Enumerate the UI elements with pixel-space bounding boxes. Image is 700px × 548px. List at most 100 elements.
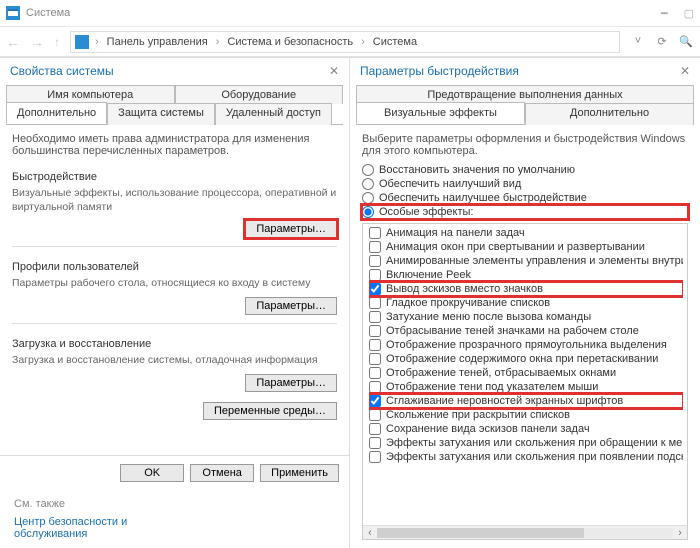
performance-desc: Визуальные эффекты, использование процес… — [12, 187, 337, 214]
performance-settings-button[interactable]: Параметры… — [245, 220, 337, 238]
check-input-11[interactable] — [369, 381, 381, 393]
pane-title-left: Свойства системы — [10, 64, 114, 78]
check-row-4[interactable]: Вывод эскизов вместо значков — [369, 282, 683, 296]
up-button[interactable]: ↑ — [54, 35, 60, 49]
radio-input-0[interactable] — [362, 164, 374, 176]
scroll-right-button[interactable]: › — [673, 527, 687, 539]
close-button-right[interactable]: ✕ — [680, 64, 690, 78]
system-properties-dialog: Свойства системы ✕ Имя компьютера Оборуд… — [0, 57, 350, 548]
horizontal-scrollbar[interactable]: ‹ › — [363, 525, 687, 539]
check-label-13: Скольжение при раскрытии списков — [386, 409, 570, 421]
check-label-4: Вывод эскизов вместо значков — [386, 283, 543, 295]
tab-system-protection[interactable]: Защита системы — [107, 103, 215, 125]
history-dropdown[interactable]: ˅ — [630, 35, 646, 48]
check-row-12[interactable]: Сглаживание неровностей экранных шрифтов — [369, 394, 683, 408]
security-center-link[interactable]: Центр безопасности и обслуживания — [14, 516, 154, 540]
startup-recovery-settings-button[interactable]: Параметры… — [245, 374, 337, 392]
startup-recovery-desc: Загрузка и восстановление системы, отлад… — [12, 354, 337, 368]
check-label-12: Сглаживание неровностей экранных шрифтов — [386, 395, 623, 407]
refresh-button[interactable]: ⟳ — [654, 35, 670, 48]
radio-input-1[interactable] — [362, 178, 374, 190]
forward-button[interactable]: → — [30, 34, 44, 50]
user-profiles-group: Профили пользователей Параметры рабочего… — [12, 257, 337, 317]
check-row-3[interactable]: Включение Peek — [369, 268, 683, 282]
radio-3[interactable]: Особые эффекты: — [362, 205, 688, 219]
scroll-left-button[interactable]: ‹ — [363, 527, 377, 539]
check-row-11[interactable]: Отображение тени под указателем мыши — [369, 380, 683, 394]
check-row-5[interactable]: Гладкое прокручивание списков — [369, 296, 683, 310]
check-row-1[interactable]: Анимация окон при свертывании и разверты… — [369, 240, 683, 254]
tab-advanced[interactable]: Дополнительно — [6, 102, 107, 124]
environment-variables-button[interactable]: Переменные среды… — [203, 402, 337, 420]
radio-label-3: Особые эффекты: — [379, 206, 473, 218]
check-input-3[interactable] — [369, 269, 381, 281]
check-input-15[interactable] — [369, 437, 381, 449]
check-input-13[interactable] — [369, 409, 381, 421]
pane-title-right: Параметры быстродействия — [360, 64, 519, 78]
performance-title: Быстродействие — [12, 171, 337, 183]
tab-visual-effects[interactable]: Визуальные эффекты — [356, 102, 525, 124]
check-row-6[interactable]: Затухание меню после вызова команды — [369, 310, 683, 324]
crumb-control-panel[interactable]: Панель управления — [105, 36, 210, 48]
check-label-5: Гладкое прокручивание списков — [386, 297, 550, 309]
nav-toolbar: ← → ↑ › Панель управления › Система и бе… — [0, 26, 700, 56]
check-input-4[interactable] — [369, 283, 381, 295]
check-input-5[interactable] — [369, 297, 381, 309]
check-input-14[interactable] — [369, 423, 381, 435]
user-profiles-settings-button[interactable]: Параметры… — [245, 297, 337, 315]
check-row-7[interactable]: Отбрасывание теней значками на рабочем с… — [369, 324, 683, 338]
tab-hardware[interactable]: Оборудование — [175, 85, 344, 104]
tab-advanced-right[interactable]: Дополнительно — [525, 103, 694, 125]
check-row-14[interactable]: Сохранение вида эскизов панели задач — [369, 422, 683, 436]
check-input-10[interactable] — [369, 367, 381, 379]
check-row-8[interactable]: Отображение прозрачного прямоугольника в… — [369, 338, 683, 352]
see-also-section: См. также Центр безопасности и обслужива… — [0, 490, 349, 548]
radio-0[interactable]: Восстановить значения по умолчанию — [362, 163, 688, 177]
breadcrumb[interactable]: › Панель управления › Система и безопасн… — [70, 31, 620, 53]
radio-2[interactable]: Обеспечить наилучшее быстродействие — [362, 191, 688, 205]
check-input-2[interactable] — [369, 255, 381, 267]
check-input-0[interactable] — [369, 227, 381, 239]
tab-remote[interactable]: Удаленный доступ — [215, 103, 332, 125]
check-row-9[interactable]: Отображение содержимого окна при перетас… — [369, 352, 683, 366]
check-input-12[interactable] — [369, 395, 381, 407]
visual-effects-list-scroll[interactable]: Анимация на панели задачАнимация окон пр… — [369, 226, 683, 537]
check-input-1[interactable] — [369, 241, 381, 253]
cancel-button[interactable]: Отмена — [190, 464, 254, 482]
apply-button[interactable]: Применить — [260, 464, 339, 482]
check-input-8[interactable] — [369, 339, 381, 351]
scroll-thumb[interactable] — [377, 528, 584, 538]
crumb-system-security[interactable]: Система и безопасность — [225, 36, 355, 48]
check-label-9: Отображение содержимого окна при перетас… — [386, 353, 658, 365]
check-label-14: Сохранение вида эскизов панели задач — [386, 423, 590, 435]
check-label-0: Анимация на панели задач — [386, 227, 525, 239]
check-row-15[interactable]: Эффекты затухания или скольжения при обр… — [369, 436, 683, 450]
close-button-left[interactable]: ✕ — [329, 64, 339, 78]
visual-effects-intro: Выберите параметры оформления и быстроде… — [362, 133, 688, 157]
check-row-13[interactable]: Скольжение при раскрытии списков — [369, 408, 683, 422]
maximize-button[interactable]: ▢ — [684, 7, 694, 20]
radio-1[interactable]: Обеспечить наилучший вид — [362, 177, 688, 191]
check-input-6[interactable] — [369, 311, 381, 323]
check-label-15: Эффекты затухания или скольжения при обр… — [386, 437, 683, 449]
check-row-0[interactable]: Анимация на панели задач — [369, 226, 683, 240]
performance-group: Быстродействие Визуальные эффекты, испол… — [12, 167, 337, 240]
minimize-button[interactable]: ━ — [661, 7, 668, 20]
radio-input-3[interactable] — [362, 206, 374, 218]
check-input-16[interactable] — [369, 451, 381, 463]
check-input-7[interactable] — [369, 325, 381, 337]
check-input-9[interactable] — [369, 353, 381, 365]
check-row-2[interactable]: Анимированные элементы управления и элем… — [369, 254, 683, 268]
check-row-16[interactable]: Эффекты затухания или скольжения при поя… — [369, 450, 683, 464]
startup-recovery-group: Загрузка и восстановление Загрузка и вос… — [12, 334, 337, 394]
radio-label-0: Восстановить значения по умолчанию — [379, 164, 575, 176]
radio-input-2[interactable] — [362, 192, 374, 204]
search-button[interactable]: 🔍 — [678, 35, 694, 48]
visual-effects-radio-group: Восстановить значения по умолчаниюОбеспе… — [362, 163, 688, 219]
ok-button[interactable]: OK — [120, 464, 184, 482]
back-button[interactable]: ← — [6, 34, 20, 50]
see-also-heading: См. также — [14, 498, 335, 510]
user-profiles-title: Профили пользователей — [12, 261, 337, 273]
crumb-system[interactable]: Система — [371, 36, 419, 48]
check-row-10[interactable]: Отображение теней, отбрасываемых окнами — [369, 366, 683, 380]
